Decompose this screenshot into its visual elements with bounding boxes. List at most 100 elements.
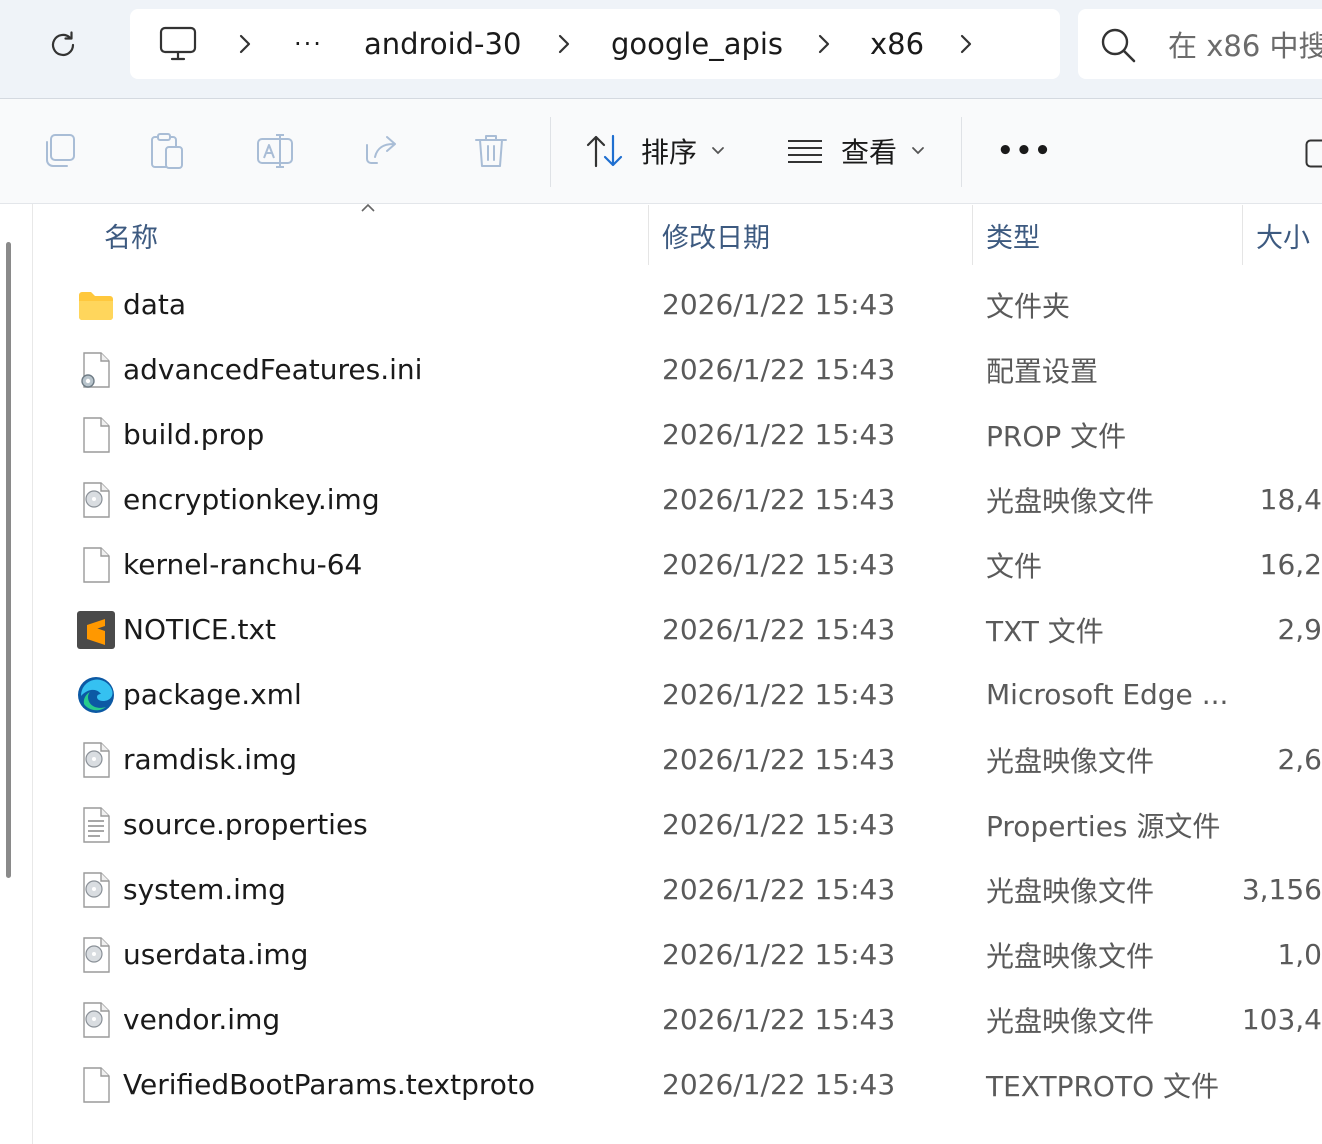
breadcrumb-computer[interactable] — [158, 9, 198, 79]
file-row[interactable]: ramdisk.img 2026/1/22 15:43 光盘映像文件 2,6 — [34, 727, 1322, 792]
column-resize-handle[interactable] — [648, 205, 649, 265]
file-row[interactable]: source.properties 2026/1/22 15:43 Properti… — [34, 792, 1322, 857]
more-options-button[interactable]: ••• — [997, 121, 1053, 181]
text-file-icon — [77, 806, 115, 844]
file-size: 3,156 — [1241, 873, 1322, 906]
file-modified-date: 2026/1/22 15:43 — [662, 548, 896, 581]
file-name: package.xml — [123, 678, 302, 711]
sort-label: 排序 — [641, 136, 698, 169]
column-resize-handle[interactable] — [972, 205, 973, 265]
blank-file-icon — [77, 1066, 115, 1104]
file-name: ramdisk.img — [123, 743, 298, 776]
file-modified-date: 2026/1/22 15:43 — [662, 678, 896, 711]
chevron-right-icon — [818, 34, 830, 54]
rename-icon[interactable] — [255, 131, 295, 171]
search-icon — [1101, 28, 1136, 63]
details-pane-icon[interactable] — [1305, 139, 1322, 169]
file-modified-date: 2026/1/22 15:43 — [662, 938, 896, 971]
breadcrumb-separator[interactable] — [231, 9, 259, 79]
file-name: NOTICE.txt — [123, 613, 277, 646]
sort-button[interactable]: 排序 — [585, 121, 725, 181]
address-bar-region: ··· android-30 google_apis x86 在 x86 中搜 — [0, 0, 1322, 99]
breadcrumb-separator[interactable] — [952, 9, 980, 79]
file-name: userdata.img — [123, 938, 309, 971]
file-name: source.properties — [123, 808, 368, 841]
view-button[interactable]: 查看 — [786, 121, 925, 181]
file-modified-date: 2026/1/22 15:43 — [662, 1068, 896, 1101]
file-name: build.prop — [123, 418, 265, 451]
refresh-button[interactable] — [40, 22, 86, 68]
column-header-name[interactable]: 名称 — [104, 205, 158, 265]
breadcrumb-separator[interactable] — [810, 9, 838, 79]
disc-image-file-icon — [77, 871, 115, 909]
breadcrumb-overflow-button[interactable]: ··· — [294, 9, 323, 79]
file-modified-date: 2026/1/22 15:43 — [662, 743, 896, 776]
file-modified-date: 2026/1/22 15:43 — [662, 353, 896, 386]
file-type: 光盘映像文件 — [986, 939, 1155, 973]
column-header-modified[interactable]: 修改日期 — [662, 205, 770, 265]
file-row[interactable]: system.img 2026/1/22 15:43 光盘映像文件 3,156 — [34, 857, 1322, 922]
file-modified-date: 2026/1/22 15:43 — [662, 288, 896, 321]
disc-image-file-icon — [77, 1001, 115, 1039]
refresh-icon — [51, 31, 75, 57]
file-name: vendor.img — [123, 1003, 281, 1036]
breadcrumb-item-android-30[interactable]: android-30 — [364, 9, 521, 79]
file-name: VerifiedBootParams.textproto — [123, 1068, 535, 1101]
column-resize-handle[interactable] — [1242, 205, 1243, 265]
file-modified-date: 2026/1/22 15:43 — [662, 1003, 896, 1036]
file-row[interactable]: advancedFeatures.ini 2026/1/22 15:43 配置设置 — [34, 337, 1322, 402]
vertical-scrollbar[interactable] — [6, 242, 11, 878]
file-row[interactable]: build.prop 2026/1/22 15:43 PROP 文件 — [34, 402, 1322, 467]
breadcrumb-item-x86[interactable]: x86 — [870, 9, 924, 79]
file-type: 光盘映像文件 — [986, 1004, 1155, 1038]
file-modified-date: 2026/1/22 15:43 — [662, 483, 896, 516]
file-row[interactable]: data 2026/1/22 15:43 文件夹 — [34, 272, 1322, 337]
file-modified-date: 2026/1/22 15:43 — [662, 418, 896, 451]
file-row[interactable]: NOTICE.txt 2026/1/22 15:43 TXT 文件 2,9 — [34, 597, 1322, 662]
file-type: 光盘映像文件 — [986, 744, 1155, 778]
file-row[interactable]: package.xml 2026/1/22 15:43 Microsoft Edge… — [34, 662, 1322, 727]
chevron-down-icon — [712, 147, 724, 155]
file-row[interactable]: userdata.img 2026/1/22 15:43 光盘映像文件 1,0 — [34, 922, 1322, 987]
computer-icon — [159, 26, 197, 61]
file-size: 2,6 — [1277, 743, 1322, 776]
file-name: encryptionkey.img — [123, 483, 380, 516]
column-header-type[interactable]: 类型 — [986, 205, 1040, 265]
file-size: 103,4 — [1241, 1003, 1322, 1036]
file-modified-date: 2026/1/22 15:43 — [662, 613, 896, 646]
breadcrumb[interactable]: ··· android-30 google_apis x86 — [130, 9, 1060, 79]
file-modified-date: 2026/1/22 15:43 — [662, 873, 896, 906]
sublime-text-icon — [77, 611, 115, 649]
column-header-size[interactable]: 大小 — [1256, 205, 1310, 265]
file-row[interactable]: vendor.img 2026/1/22 15:43 光盘映像文件 103,4 — [34, 987, 1322, 1052]
settings-file-icon — [77, 351, 115, 389]
file-type: 文件夹 — [986, 289, 1071, 323]
breadcrumb-separator[interactable] — [550, 9, 578, 79]
copy-icon[interactable] — [40, 131, 80, 171]
blank-file-icon — [77, 546, 115, 584]
file-size: 18,4 — [1259, 483, 1322, 516]
file-row[interactable]: kernel-ranchu-64 2026/1/22 15:43 文件 16,2 — [34, 532, 1322, 597]
file-type: PROP 文件 — [986, 419, 1127, 453]
file-name: data — [123, 288, 187, 321]
view-label: 查看 — [841, 136, 898, 169]
file-type: 文件 — [986, 549, 1043, 583]
file-type: 光盘映像文件 — [986, 874, 1155, 908]
file-type: 光盘映像文件 — [986, 484, 1155, 518]
search-box[interactable]: 在 x86 中搜 — [1078, 9, 1322, 79]
file-type: Properties 源文件 — [986, 809, 1221, 843]
file-type: TEXTPROTO 文件 — [986, 1069, 1220, 1103]
command-bar: 排序 查看 ••• — [0, 99, 1322, 204]
file-row[interactable]: encryptionkey.img 2026/1/22 15:43 光盘映像文件 18… — [34, 467, 1322, 532]
disc-image-file-icon — [77, 481, 115, 519]
share-icon[interactable] — [363, 131, 403, 171]
breadcrumb-item-google-apis[interactable]: google_apis — [611, 9, 783, 79]
paste-icon[interactable] — [147, 131, 187, 171]
edge-icon — [77, 676, 115, 714]
file-row[interactable]: VerifiedBootParams.textproto 2026/1/22 15… — [34, 1052, 1322, 1117]
file-size: 16,2 — [1259, 548, 1322, 581]
search-input[interactable]: 在 x86 中搜 — [1168, 9, 1322, 79]
delete-icon[interactable] — [471, 131, 511, 171]
file-type: TXT 文件 — [986, 614, 1104, 648]
pane-divider — [32, 204, 33, 1144]
